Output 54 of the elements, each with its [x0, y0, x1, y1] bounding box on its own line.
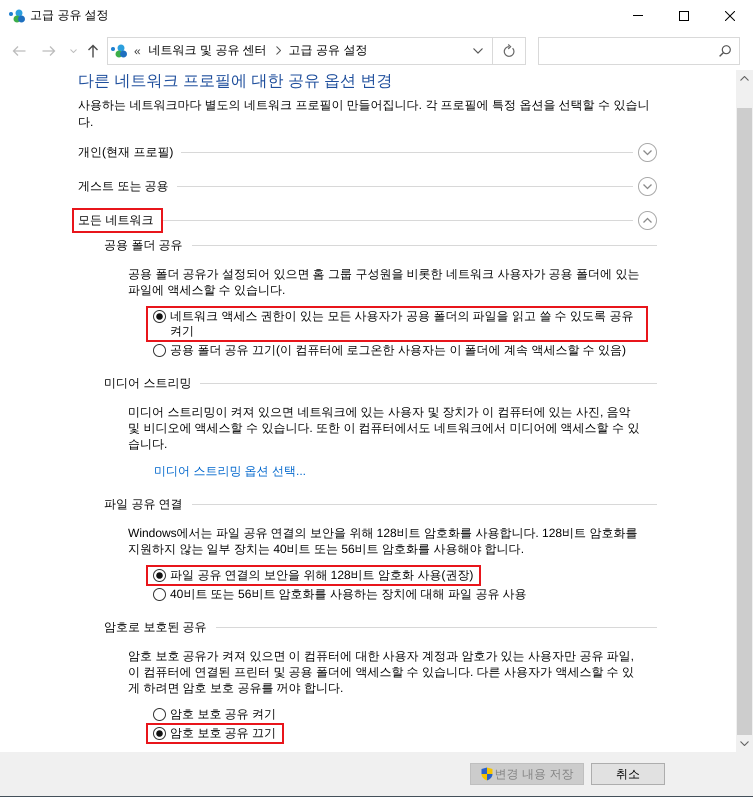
chevron-down-icon [473, 48, 483, 54]
chevron-down-circle-icon[interactable] [638, 176, 657, 196]
radio-button-icon[interactable] [153, 708, 166, 721]
radio-button-icon[interactable] [153, 727, 166, 740]
radio-button-icon[interactable] [153, 310, 166, 323]
options-link[interactable]: 미디어 스트리밍 옵션 선택... [154, 464, 306, 478]
radio-option[interactable]: 암호 보호 공유 켜기 [153, 707, 276, 722]
profile-heading[interactable]: 개인(현재 프로필) [78, 144, 174, 158]
scrollbar-thumb[interactable] [737, 108, 752, 735]
close-icon [725, 10, 735, 20]
radio-option[interactable]: 네트워크 액세스 권한이 있는 모든 사용자가 공용 폴더의 파일을 읽고 쓸 수 있도록 공유 켜기 [153, 309, 640, 339]
search-field[interactable] [538, 36, 740, 64]
section-heading: 암호로 보호된 공유 [104, 619, 207, 636]
section-heading: 파일 공유 연결 [104, 496, 183, 513]
radio-button-icon[interactable] [153, 588, 166, 601]
chevron-down-circle-icon[interactable] [638, 142, 657, 162]
radio-button-icon[interactable] [153, 344, 166, 357]
chevron-down-icon[interactable] [740, 741, 749, 746]
search-icon [719, 44, 731, 56]
shield-icon [480, 767, 493, 781]
radio-option[interactable]: 40비트 또는 56비트 암호화를 사용하는 장치에 대해 파일 공유 사용 [153, 587, 527, 602]
chevron-up-icon[interactable] [740, 76, 749, 81]
minimize-icon [633, 15, 643, 16]
page-heading: 다른 네트워크 프로필에 대한 공유 옵션 변경 [78, 72, 394, 92]
network-icon [111, 44, 127, 58]
right-arrow-icon [42, 44, 56, 56]
chevron-right-icon[interactable] [276, 46, 281, 55]
breadcrumb-link[interactable]: 고급 공유 설정 [288, 42, 368, 59]
left-arrow-icon [12, 44, 26, 56]
section-description: Windows에서는 파일 공유 연결의 보안을 위해 128비트 암호화를 사용합니다. 128비트 암호화를 지원하지 않는 일부 장치는 40비트 또는 56비트 암호화를 사용해야 합니다. [128, 525, 638, 557]
breadcrumb-link[interactable]: 네트워크 및 공유 센터 [148, 42, 267, 59]
page-description: 사용하는 네트워크마다 별도의 네트워크 프로필이 만들어집니다. 각 프로필에 특정 옵션을 선택할 수 있습니다. [78, 97, 650, 130]
profile-heading[interactable]: 게스트 또는 공용 [78, 178, 169, 192]
section-description: 암호 보호 공유가 켜져 있으면 이 컴퓨터에 대한 사용자 계정과 암호가 있는 사용자만 공유 파일, 이 컴퓨터에 연결된 프린터 및 공용 폴더에 액세스할 수 있습니다. 다른 사용자가 액세스할 수 있게 하려면 암호 보호 공유를 꺼야 합니다. [128, 648, 636, 696]
profile-heading[interactable]: 모든 네트워크 [78, 212, 154, 226]
up-arrow-icon [87, 44, 99, 58]
section-heading: 미디어 스트리밍 [104, 375, 192, 392]
radio-option[interactable]: 공용 폴더 공유 끄기(이 컴퓨터에 로그온한 사용자는 이 폴더에 계속 액세스할 수 있음) [153, 343, 626, 358]
caret-down-icon [70, 48, 76, 52]
radio-button-icon[interactable] [153, 569, 166, 582]
chevron-up-circle-icon[interactable] [638, 210, 657, 230]
maximize-icon [679, 10, 689, 20]
refresh-icon [503, 44, 515, 57]
path-overflow-button[interactable]: « [134, 44, 141, 58]
scrollbar[interactable] [736, 70, 753, 752]
section-description: 미디어 스트리밍이 켜져 있으면 네트워크에 있는 사용자 및 장치가 이 컴퓨터에 있는 사진, 음악 및 비디오에 액세스할 수 있습니다. 또한 이 컴퓨터에서도 네트워크에서 미디어에 액세스할 수 있습니다. [128, 404, 640, 452]
radio-option[interactable]: 파일 공유 연결의 보안을 위해 128비트 암호화 사용(권장) [153, 568, 474, 583]
section-heading: 공용 폴더 공유 [104, 237, 183, 254]
cancel-button[interactable]: 취소 [591, 763, 665, 785]
window-title: 고급 공유 설정 [30, 7, 109, 24]
section-description: 공용 폴더 공유가 설정되어 있으면 홈 그룹 구성원을 비롯한 네트워크 사용자가 공용 폴더에 있는 파일에 액세스할 수 있습니다. [128, 266, 640, 298]
radio-option[interactable]: 암호 보호 공유 끄기 [153, 726, 276, 741]
network-icon [9, 8, 25, 22]
address-bar[interactable]: « 네트워크 및 공유 센터 고급 공유 설정 [107, 36, 526, 64]
